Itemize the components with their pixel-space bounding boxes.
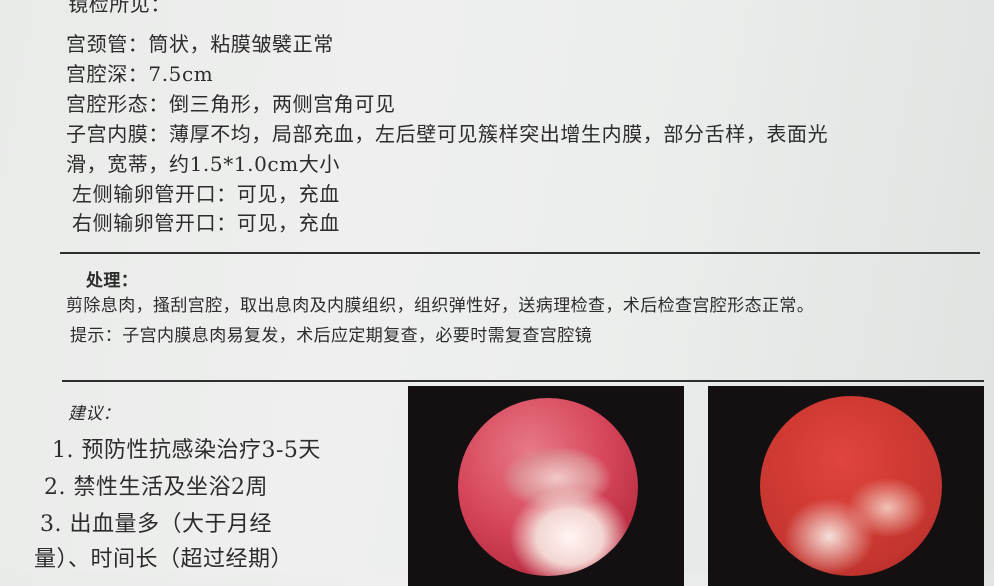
- finding-right-tube: 右侧输卵管开口：可见，充血: [72, 211, 340, 235]
- finding-cervical-canal: 宫颈管：筒状，粘膜皱襞正常: [66, 32, 334, 56]
- hysteroscopy-image-2: [708, 386, 984, 586]
- section-divider-1: [60, 252, 980, 254]
- finding-endometrium: 子宫内膜：薄厚不均，局部充血，左后壁可见簇样突出增生内膜，部分舌样，表面光: [66, 122, 829, 146]
- advice-item-1: 1. 预防性抗感染治疗3-5天: [52, 438, 321, 463]
- hysteroscopy-image-1: [408, 386, 684, 586]
- advice-item-3-cont: 量）、时间长（超过经期）: [34, 547, 294, 572]
- findings-heading: 镜检所见：: [68, 0, 171, 16]
- treatment-procedure: 剪除息肉，搔刮宫腔，取出息肉及内膜组织，组织弹性好，送病理检查，术后检查宫腔形态…: [66, 296, 815, 316]
- finding-left-tube: 左侧输卵管开口：可见，充血: [72, 182, 340, 206]
- advice-item-3: 3. 出血量多（大于月经: [40, 512, 272, 537]
- scope-view-1: [458, 398, 638, 576]
- finding-uterine-depth: 宫腔深：7.5cm: [66, 62, 214, 86]
- section-divider-2: [62, 380, 984, 382]
- finding-cavity-shape: 宫腔形态：倒三角形，两侧宫角可见: [66, 92, 396, 116]
- finding-endometrium-cont: 滑，宽蒂，约1.5*1.0cm大小: [66, 152, 340, 176]
- scope-view-2: [760, 396, 942, 576]
- treatment-note: 提示：子宫内膜息肉易复发，术后应定期复查，必要时需复查宫腔镜: [70, 326, 592, 346]
- advice-heading: 建议：: [68, 404, 121, 424]
- advice-item-2: 2. 禁性生活及坐浴2周: [44, 475, 268, 500]
- treatment-heading: 处理：: [86, 271, 139, 291]
